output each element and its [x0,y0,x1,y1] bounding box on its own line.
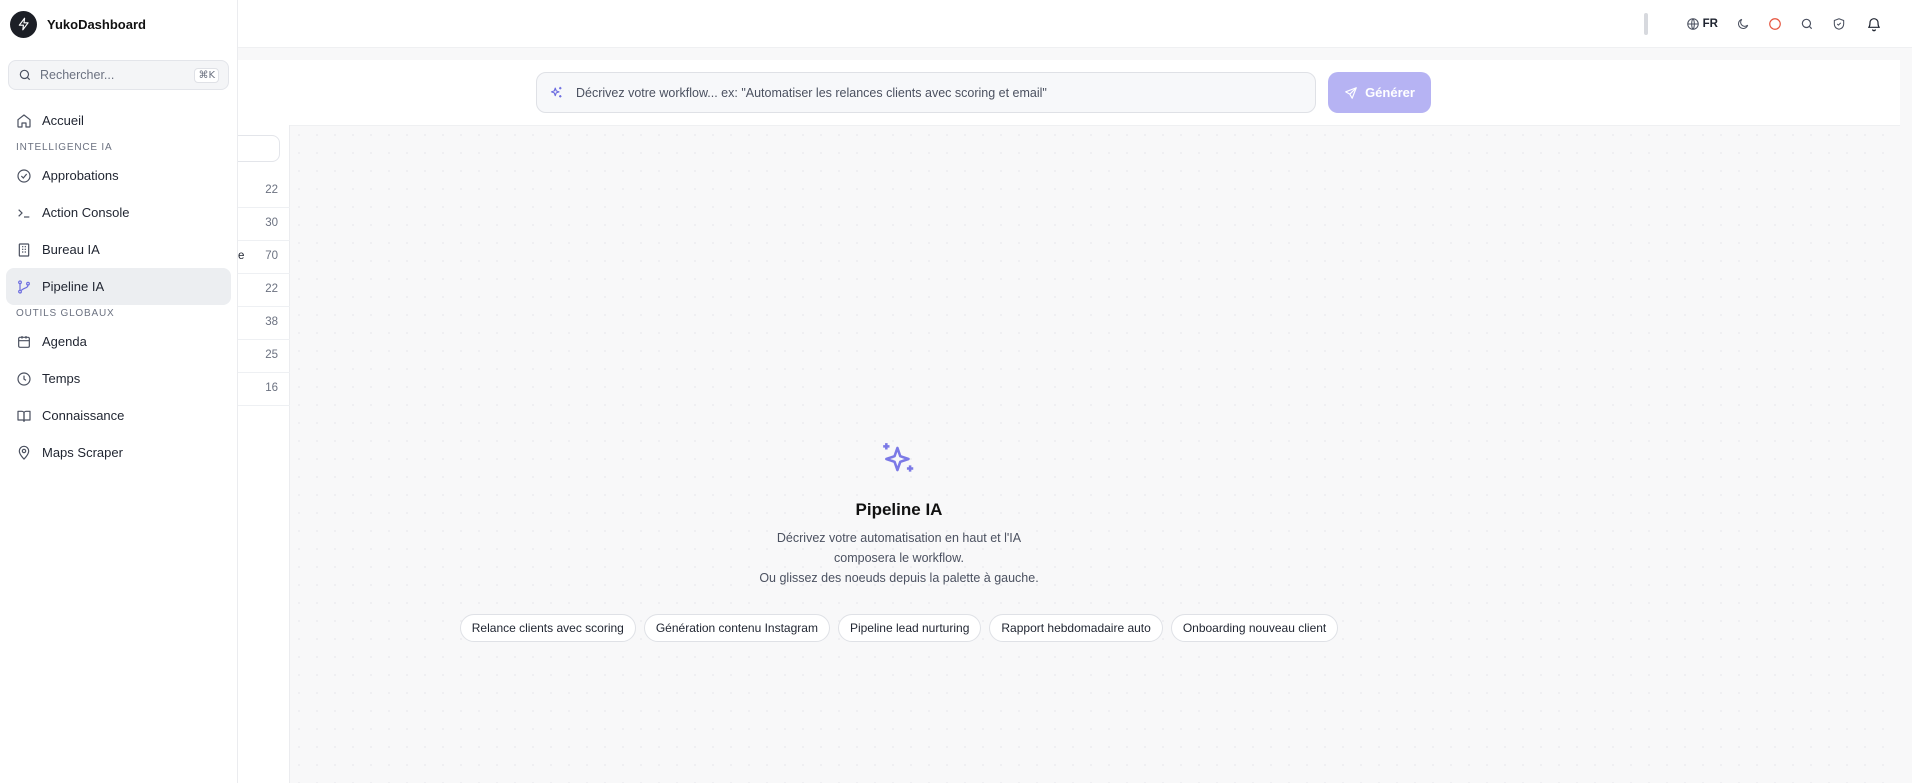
sidebar-item-connaissance[interactable]: Connaissance [6,397,231,434]
palette-category[interactable]: 22 [238,274,290,307]
sidebar-nav: Accueil INTELLIGENCE IA Approbations Act… [0,102,237,471]
globe-icon [1686,18,1699,30]
git-branch-icon [18,279,30,294]
empty-state-line-2: Ou glissez des noeuds depuis la palette … [759,571,1039,585]
search-icon [19,69,31,81]
sidebar-item-label: Maps Scraper [42,445,123,460]
sidebar: YukoDashboard Rechercher... ⌘K Accueil I… [0,0,238,783]
palette-category[interactable]: 22 [238,175,290,208]
notifications-button[interactable] [1866,16,1882,32]
map-pin-icon [18,445,30,460]
sidebar-item-accueil[interactable]: Accueil [6,102,231,139]
palette-count: 22 [265,184,278,196]
palette-count: 38 [265,316,278,328]
workflow-prompt-input[interactable]: Décrivez votre workflow... ex: "Automati… [536,72,1316,113]
brand-name: YukoDashboard [47,16,146,32]
generate-button[interactable]: Générer [1328,72,1431,113]
calendar-icon [18,335,30,348]
workflow-prompt-placeholder: Décrivez votre workflow... ex: "Automati… [576,85,1047,100]
status-ring-icon [1769,18,1781,30]
home-icon [17,113,31,128]
search-box[interactable]: Rechercher... ⌘K [8,60,229,90]
node-palette: 22 30 e 70 22 38 25 16 [218,125,290,783]
scroll-handle[interactable] [1643,13,1648,35]
palette-count: 16 [265,382,278,394]
search-shortcut: ⌘K [194,67,219,83]
empty-state: Pipeline IA Décrivez votre automatisatio… [459,440,1339,642]
send-icon [1345,86,1357,99]
palette-category[interactable]: 30 [238,208,290,241]
sidebar-item-label: Agenda [42,334,87,349]
language-switcher[interactable]: FR [1686,17,1718,31]
sidebar-item-label: Action Console [42,205,130,220]
search-icon [1801,18,1813,30]
shield-check-icon [1833,18,1845,30]
suggestion-chip[interactable]: Génération contenu Instagram [643,614,830,642]
palette-count: 25 [265,349,278,361]
language-label: FR [1702,18,1718,30]
sidebar-item-label: Accueil [42,113,84,128]
terminal-icon [18,208,30,218]
palette-label-fragment: e [238,250,245,262]
bell-icon [1868,18,1880,32]
moon-icon [1738,18,1749,29]
top-bar-actions: FR [1643,0,1882,48]
sidebar-item-label: Temps [42,371,81,386]
generate-button-label: Générer [1365,85,1415,100]
palette-count: 30 [265,217,278,229]
suggestion-chip[interactable]: Relance clients avec scoring [459,614,636,642]
sparkles-icon [883,443,914,472]
section-intelligence-ia: INTELLIGENCE IA [16,142,113,153]
search-input[interactable]: Rechercher... [40,68,194,82]
suggestion-chip[interactable]: Rapport hebdomadaire auto [989,614,1163,642]
suggestion-chip[interactable]: Pipeline lead nurturing [837,614,982,642]
search-button[interactable] [1800,17,1814,31]
brand[interactable]: YukoDashboard [0,0,237,48]
sidebar-item-label: Pipeline IA [42,279,105,294]
sidebar-item-approbations[interactable]: Approbations [6,157,231,194]
book-icon [17,410,31,422]
palette-count: 22 [265,283,278,295]
security-button[interactable] [1832,17,1846,31]
empty-state-description: Décrivez votre automatisation en haut et… [749,528,1049,588]
clock-icon [17,371,31,386]
sidebar-item-maps-scraper[interactable]: Maps Scraper [6,434,231,471]
prompt-bar: Décrivez votre workflow... ex: "Automati… [238,60,1900,126]
empty-state-title: Pipeline IA [855,500,943,519]
sidebar-item-pipeline-ia[interactable]: Pipeline IA [6,268,231,305]
building-icon [18,242,30,257]
empty-state-line-1: Décrivez votre automatisation en haut et… [776,531,1022,565]
check-circle-icon [17,168,31,183]
palette-category[interactable]: 25 [238,340,290,373]
sidebar-item-label: Approbations [42,168,119,183]
sidebar-item-agenda[interactable]: Agenda [6,323,231,360]
suggestion-chip[interactable]: Onboarding nouveau client [1170,614,1339,642]
palette-category[interactable]: 16 [238,373,290,406]
section-outils-globaux: OUTILS GLOBAUX [16,308,115,319]
theme-toggle[interactable] [1736,17,1750,31]
sidebar-item-temps[interactable]: Temps [6,360,231,397]
sidebar-item-bureau-ia[interactable]: Bureau IA [6,231,231,268]
palette-category[interactable]: 38 [238,307,290,340]
lightning-logo-icon [10,10,37,38]
status-button[interactable] [1768,17,1782,31]
palette-category[interactable]: e 70 [238,241,290,274]
sidebar-item-action-console[interactable]: Action Console [6,194,231,231]
top-bar: FR [238,0,1912,48]
sidebar-item-label: Connaissance [42,408,125,423]
palette-count: 70 [265,250,278,262]
suggestion-chips: Relance clients avec scoring Génération … [459,614,1339,642]
sparkles-icon [550,86,562,98]
sidebar-item-label: Bureau IA [42,242,100,257]
